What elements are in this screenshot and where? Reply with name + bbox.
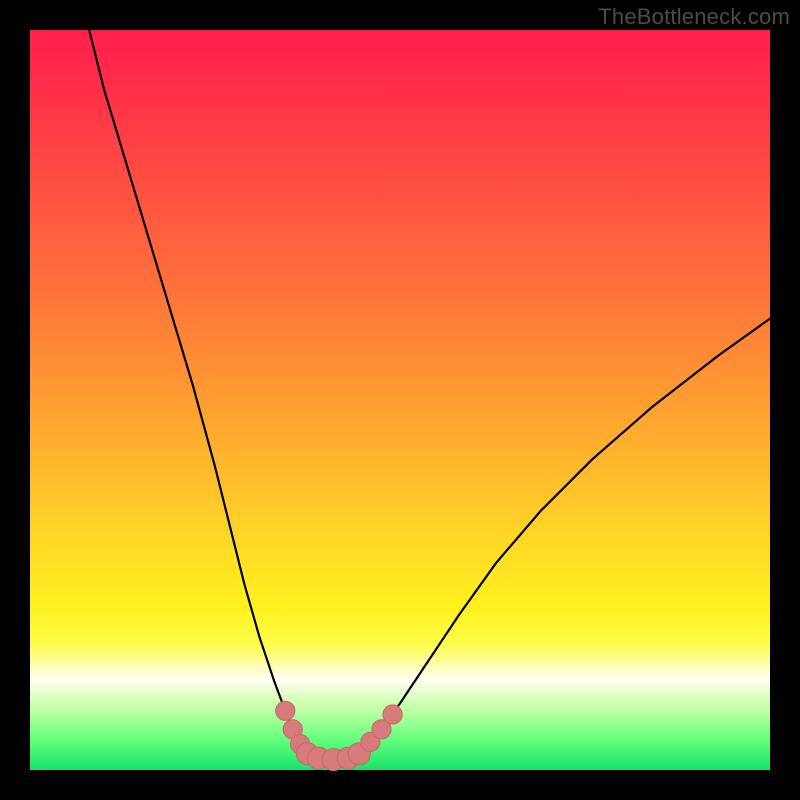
curve-layer	[30, 30, 770, 770]
chart-frame: TheBottleneck.com	[0, 0, 800, 800]
marker-point	[276, 701, 295, 720]
watermark-text: TheBottleneck.com	[598, 4, 790, 30]
bottleneck-curve	[89, 30, 770, 760]
marker-point	[383, 705, 402, 724]
plot-area	[30, 30, 770, 770]
curve-markers	[276, 701, 403, 771]
